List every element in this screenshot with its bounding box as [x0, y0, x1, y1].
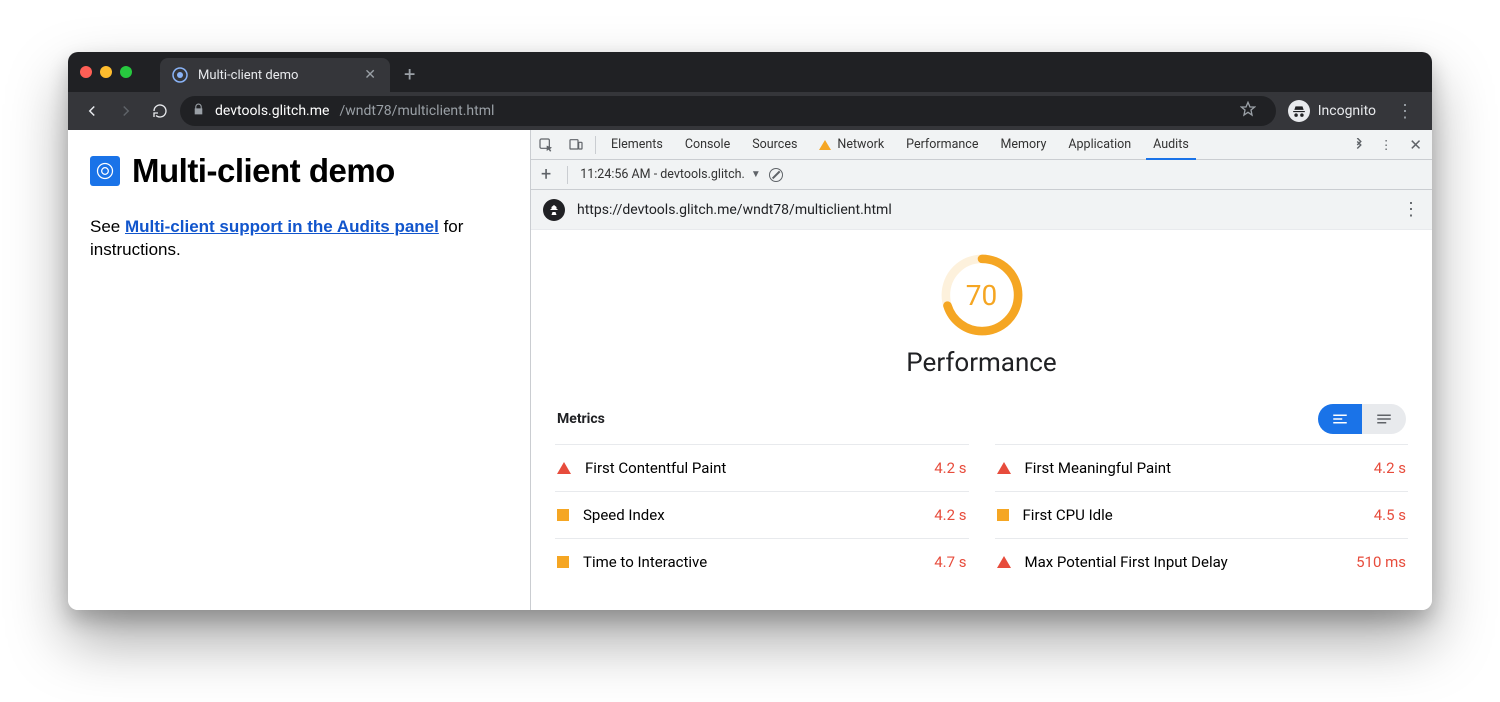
- url-path: /wndt78/multiclient.html: [339, 103, 494, 119]
- triangle-icon: [997, 462, 1011, 474]
- clear-audit-button[interactable]: [769, 168, 783, 182]
- metrics-header: Metrics: [555, 404, 1408, 444]
- page-viewport: Multi-client demo See Multi-client suppo…: [68, 130, 530, 610]
- square-icon: [557, 509, 569, 521]
- window-controls: [78, 66, 140, 78]
- lighthouse-icon: [543, 199, 565, 221]
- audit-url-text: https://devtools.glitch.me/wndt78/multic…: [577, 202, 892, 218]
- tab-memory[interactable]: Memory: [989, 130, 1057, 159]
- tab-title: Multi-client demo: [198, 68, 298, 83]
- score-label: Performance: [906, 348, 1056, 378]
- page-body-text: See Multi-client support in the Audits p…: [90, 216, 508, 262]
- metric-value: 4.2 s: [1374, 459, 1406, 477]
- browser-window: Multi-client demo ✕ + devtools.glitch.me…: [68, 52, 1432, 610]
- page-link[interactable]: Multi-client support in the Audits panel: [125, 217, 439, 236]
- forward-button[interactable]: [112, 97, 140, 125]
- metric-fci[interactable]: First CPU Idle 4.5 s: [995, 491, 1409, 538]
- tab-application[interactable]: Application: [1057, 130, 1142, 159]
- new-audit-button[interactable]: +: [537, 164, 555, 185]
- incognito-label: Incognito: [1318, 103, 1376, 119]
- devtools-panel: Elements Console Sources Network Perform…: [530, 130, 1432, 610]
- metrics-title: Metrics: [557, 411, 605, 427]
- metric-value: 510 ms: [1356, 553, 1406, 571]
- reload-button[interactable]: [146, 97, 174, 125]
- tab-console[interactable]: Console: [674, 130, 741, 159]
- page-logo-icon: [90, 156, 120, 186]
- audit-run-label: 11:24:56 AM - devtools.glitch.: [580, 167, 745, 182]
- minimize-window-button[interactable]: [100, 66, 112, 78]
- audits-toolbar: + 11:24:56 AM - devtools.glitch. ▼: [531, 160, 1432, 190]
- score-gauge: 70 Performance: [555, 248, 1408, 378]
- navigation-bar: devtools.glitch.me/wndt78/multiclient.ht…: [68, 92, 1432, 130]
- metric-mpfid[interactable]: Max Potential First Input Delay 510 ms: [995, 538, 1409, 585]
- page-title: Multi-client demo: [132, 152, 395, 190]
- audit-run-select[interactable]: 11:24:56 AM - devtools.glitch. ▼: [580, 167, 761, 182]
- tab-performance[interactable]: Performance: [895, 130, 989, 159]
- metric-si[interactable]: Speed Index 4.2 s: [555, 491, 969, 538]
- metrics-grid: First Contentful Paint 4.2 s First Meani…: [555, 444, 1408, 585]
- audit-url-menu-button[interactable]: ⋮: [1402, 199, 1420, 220]
- metrics-view-compact[interactable]: [1318, 404, 1362, 434]
- lock-icon: [192, 103, 205, 120]
- url-domain: devtools.glitch.me: [215, 103, 329, 119]
- more-tabs-button[interactable]: [1345, 138, 1373, 152]
- address-bar[interactable]: devtools.glitch.me/wndt78/multiclient.ht…: [180, 96, 1276, 126]
- close-tab-button[interactable]: ✕: [360, 67, 380, 83]
- triangle-icon: [997, 556, 1011, 568]
- devtools-toolbar: Elements Console Sources Network Perform…: [531, 130, 1432, 160]
- metrics-view-expanded[interactable]: [1362, 404, 1406, 434]
- browser-menu-button[interactable]: ⋮: [1388, 101, 1422, 122]
- devtools-settings-button[interactable]: ⋮: [1373, 137, 1400, 153]
- score-value: 70: [939, 252, 1025, 338]
- metric-fcp[interactable]: First Contentful Paint 4.2 s: [555, 444, 969, 491]
- metric-value: 4.2 s: [934, 459, 966, 477]
- warning-icon: [819, 140, 831, 150]
- toolbar-overflow: ⋮ ✕: [1345, 136, 1432, 154]
- inspect-element-button[interactable]: [531, 130, 561, 159]
- metric-fmp[interactable]: First Meaningful Paint 4.2 s: [995, 444, 1409, 491]
- browser-tab[interactable]: Multi-client demo ✕: [160, 58, 390, 92]
- audit-url-row: https://devtools.glitch.me/wndt78/multic…: [531, 190, 1432, 230]
- triangle-icon: [557, 462, 571, 474]
- new-tab-button[interactable]: +: [390, 62, 429, 86]
- square-icon: [997, 509, 1009, 521]
- metric-value: 4.5 s: [1374, 506, 1406, 524]
- caret-down-icon: ▼: [751, 169, 761, 180]
- tab-audits[interactable]: Audits: [1142, 130, 1200, 159]
- tab-strip: Multi-client demo ✕ +: [68, 52, 1432, 92]
- metric-value: 4.7 s: [934, 553, 966, 571]
- tab-sources[interactable]: Sources: [741, 130, 808, 159]
- maximize-window-button[interactable]: [120, 66, 132, 78]
- content-area: Multi-client demo See Multi-client suppo…: [68, 130, 1432, 610]
- tab-elements[interactable]: Elements: [600, 130, 674, 159]
- see-prefix: See: [90, 217, 125, 236]
- back-button[interactable]: [78, 97, 106, 125]
- metric-tti[interactable]: Time to Interactive 4.7 s: [555, 538, 969, 585]
- close-devtools-button[interactable]: ✕: [1399, 136, 1432, 154]
- audits-body: 70 Performance Metrics: [531, 230, 1432, 610]
- toolbar-separator: [567, 166, 568, 184]
- toolbar-separator: [595, 136, 596, 154]
- metric-value: 4.2 s: [934, 506, 966, 524]
- incognito-icon: [1288, 100, 1310, 122]
- tab-network[interactable]: Network: [808, 130, 895, 159]
- close-window-button[interactable]: [80, 66, 92, 78]
- square-icon: [557, 556, 569, 568]
- device-toolbar-button[interactable]: [561, 130, 591, 159]
- page-header: Multi-client demo: [90, 152, 508, 190]
- bookmark-button[interactable]: [1232, 101, 1264, 121]
- chrome-favicon-icon: [172, 67, 188, 83]
- incognito-indicator[interactable]: Incognito: [1282, 100, 1382, 122]
- metrics-view-toggle: [1318, 404, 1406, 434]
